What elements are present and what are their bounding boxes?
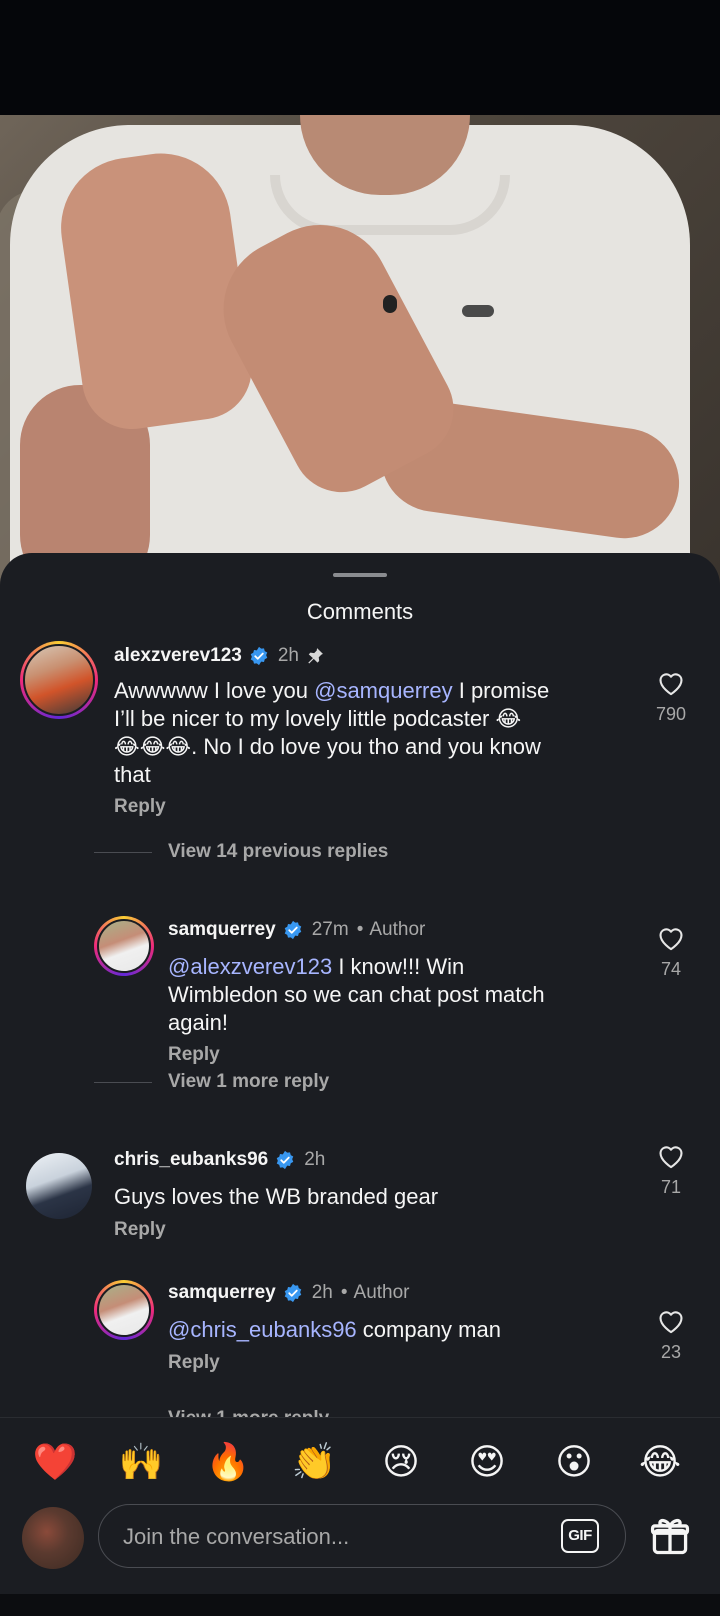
comment-time: 2h (304, 1149, 326, 1170)
author-label: Author (353, 1282, 410, 1303)
comment-meta: alexzverev123 2h (114, 645, 325, 667)
mention-link[interactable]: @chris_eubanks96 (168, 1317, 357, 1342)
like-count: 71 (660, 1177, 682, 1197)
composer-row: Join the conversation... GIF (0, 1504, 720, 1574)
reaction-surprised[interactable]: 😮 (549, 1438, 599, 1488)
gift-icon[interactable] (648, 1514, 692, 1558)
comment-meta: chris_eubanks96 2h (114, 1149, 325, 1171)
gif-button[interactable]: GIF (561, 1519, 599, 1553)
verified-icon (284, 1283, 301, 1303)
comment-time: 2h (311, 1282, 333, 1303)
like-button[interactable]: 74 (646, 925, 696, 980)
reaction-laughing[interactable]: 😂 (635, 1438, 685, 1488)
reaction-heart-eyes[interactable]: 😍 (462, 1438, 512, 1488)
comment-input-placeholder: Join the conversation... (123, 1524, 350, 1549)
comment-time: 2h (277, 645, 299, 666)
reply-button[interactable]: Reply (114, 1219, 166, 1241)
like-count: 23 (660, 1342, 682, 1362)
navigation-bar (0, 1594, 720, 1616)
verified-icon (284, 920, 301, 940)
current-user-avatar (22, 1507, 84, 1569)
avatar[interactable] (26, 1153, 92, 1219)
reply-button[interactable]: Reply (114, 796, 166, 818)
view-previous-replies[interactable]: View 14 previous replies (94, 841, 388, 863)
video-shirt-logo (462, 305, 494, 317)
comment-text: Guys loves the WB branded gear (114, 1184, 439, 1209)
video-frame[interactable] (0, 115, 720, 585)
reaction-clap[interactable]: 👏 (289, 1438, 339, 1488)
heart-icon (659, 1146, 683, 1169)
comment-username[interactable]: samquerrey (168, 1282, 276, 1304)
comment-username[interactable]: alexzverev123 (114, 645, 242, 667)
heart-icon (659, 673, 683, 696)
like-count: 790 (655, 704, 687, 724)
comment-meta: samquerrey 27m • Author (168, 919, 426, 941)
reaction-crying[interactable]: 😢 (376, 1438, 426, 1488)
verified-icon (250, 646, 268, 666)
video-ring (383, 295, 397, 313)
avatar[interactable] (20, 641, 98, 719)
like-button[interactable]: 71 (646, 1143, 696, 1198)
reaction-row: ❤️ 🙌 🔥 👏 😢 😍 😮 😂 (0, 1438, 720, 1488)
sheet-title: Comments (306, 599, 414, 624)
reply-button[interactable]: Reply (168, 1044, 220, 1066)
like-count: 74 (660, 959, 682, 979)
author-label: Author (369, 919, 426, 940)
heart-icon (659, 1311, 683, 1334)
reaction-heart[interactable]: ❤️ (30, 1438, 80, 1488)
comment-username[interactable]: chris_eubanks96 (114, 1149, 268, 1171)
heart-icon (659, 928, 683, 951)
comment-username[interactable]: samquerrey (168, 919, 276, 941)
comment-text: Awwwww I love you @samquerrey I promise … (114, 678, 550, 787)
verified-icon (276, 1150, 294, 1170)
comment-meta: samquerrey 2h • Author (168, 1282, 410, 1304)
comment-time: 27m (311, 919, 349, 940)
sheet-grabber[interactable] (333, 573, 387, 577)
reaction-fire[interactable]: 🔥 (203, 1438, 253, 1488)
like-button[interactable]: 23 (646, 1308, 696, 1363)
comment-text: @chris_eubanks96 company man (168, 1317, 501, 1342)
like-button[interactable]: 790 (646, 670, 696, 725)
avatar[interactable] (94, 916, 154, 976)
pin-icon (308, 648, 323, 664)
status-area (0, 0, 720, 115)
comment-input[interactable]: Join the conversation... GIF (98, 1504, 626, 1568)
comment-text: @alexzverev123 I know!!! Win Wimbledon s… (168, 954, 545, 1035)
reply-button[interactable]: Reply (168, 1352, 220, 1374)
reaction-raised-hands[interactable]: 🙌 (116, 1438, 166, 1488)
mention-link[interactable]: @alexzverev123 (168, 954, 332, 979)
avatar[interactable] (94, 1280, 154, 1340)
mention-link[interactable]: @samquerrey (314, 678, 453, 703)
composer-bar: ❤️ 🙌 🔥 👏 😢 😍 😮 😂 Join the conversation..… (0, 1417, 720, 1616)
view-more-replies[interactable]: View 1 more reply (94, 1071, 329, 1093)
